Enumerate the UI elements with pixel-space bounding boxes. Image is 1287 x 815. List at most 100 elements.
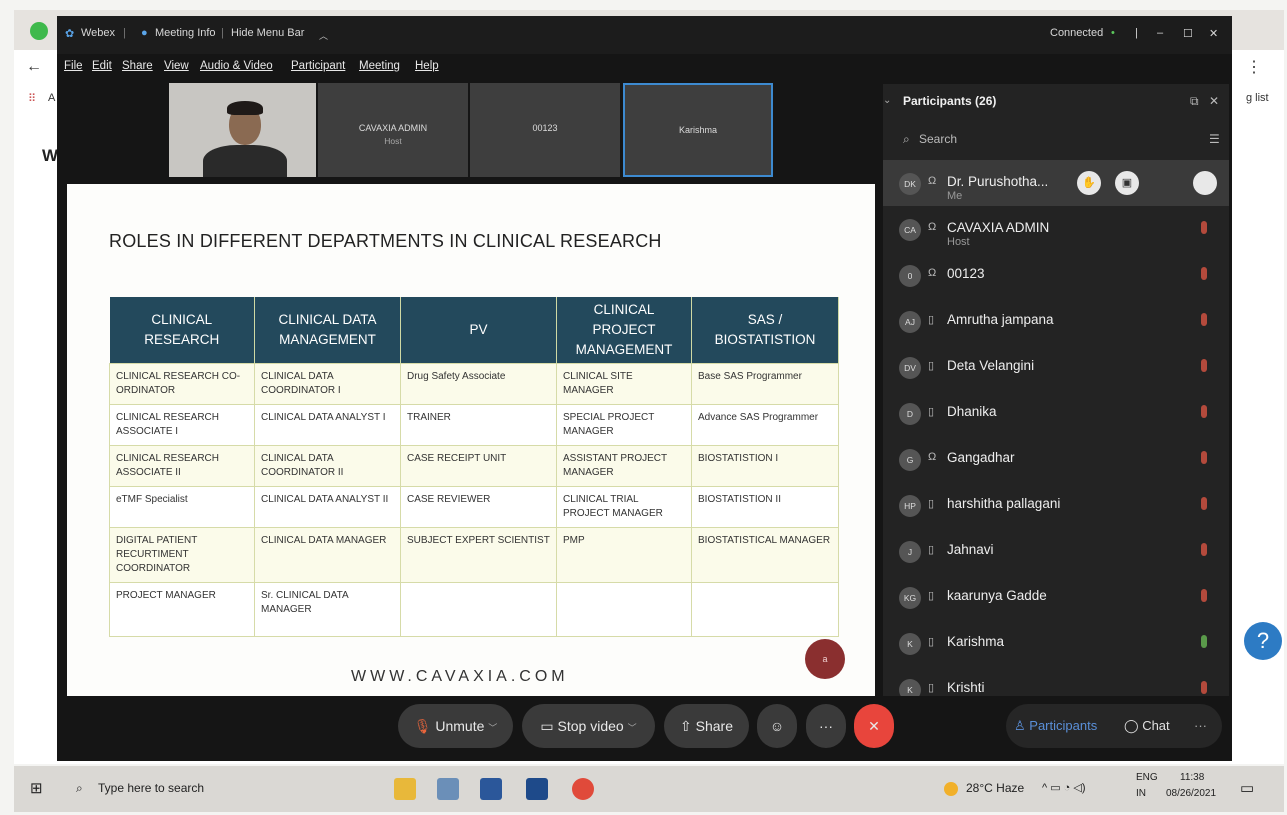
avatar: AJ — [899, 311, 921, 333]
sort-list-icon[interactable]: ☰ — [1209, 132, 1220, 146]
table-cell: eTMF Specialist — [109, 485, 255, 528]
apps-grid-icon[interactable]: ⠿ — [28, 92, 36, 105]
menu-audio-video[interactable]: Audio & Video — [200, 60, 273, 72]
windows-start-icon[interactable]: ⊞ — [30, 779, 43, 797]
language-indicator[interactable]: ENG — [1136, 772, 1158, 783]
chrome-icon[interactable] — [572, 778, 594, 800]
menu-participant[interactable]: Participant — [291, 60, 345, 72]
participant-search-input[interactable]: Search — [919, 132, 957, 146]
close-panel-icon[interactable]: ✕ — [1209, 94, 1219, 108]
unmute-button[interactable]: 🎙 Unmute ﹀ — [398, 704, 513, 748]
share-label: Share — [695, 718, 733, 734]
chevron-down-icon[interactable]: ﹀ — [628, 723, 637, 733]
participant-row[interactable]: DV ▯ Deta Velangini — [883, 344, 1229, 390]
clock-date: 08/26/2021 — [1166, 788, 1217, 799]
table-row: eTMF Specialist CLINICAL DATA ANALYST II… — [109, 485, 839, 528]
participants-toggle-button[interactable]: ♙ Participants — [1014, 704, 1097, 748]
stop-video-label: Stop video — [557, 718, 624, 734]
table-cell: CASE RECEIPT UNIT — [400, 444, 557, 487]
video-tile-karishma[interactable]: Karishma — [623, 83, 773, 177]
share-button[interactable]: ⇧ Share — [664, 704, 749, 748]
phone-icon: ▯ — [928, 590, 935, 602]
help-question-icon[interactable]: ? — [1244, 622, 1282, 660]
leave-meeting-button[interactable]: ✕ — [854, 704, 894, 748]
mute-mic-icon[interactable] — [1193, 171, 1217, 195]
menu-meeting[interactable]: Meeting — [359, 60, 400, 72]
share-icon: ⇧ — [680, 718, 692, 734]
menu-file[interactable]: File — [64, 60, 83, 72]
connection-status: Connected — [1050, 27, 1104, 39]
table-cell: CASE REVIEWER — [400, 485, 557, 528]
chevron-down-icon[interactable]: ﹀ — [488, 723, 497, 733]
phone-icon: ▯ — [928, 406, 935, 418]
table-cell: BIOSTATISTION II — [691, 485, 839, 528]
participant-row[interactable]: K ▯ Karishma — [883, 620, 1229, 666]
more-panels-icon[interactable]: ··· — [1194, 704, 1207, 748]
video-tile-cavaxia-admin[interactable]: CAVAXIA ADMIN Host — [318, 83, 468, 177]
page-partial-heading: W — [42, 146, 59, 165]
avatar: D — [899, 403, 921, 425]
mic-muted-icon — [1201, 451, 1207, 464]
whatsapp-tab-icon[interactable] — [30, 22, 48, 40]
participant-row[interactable]: CA Ω CAVAXIA ADMIN Host — [883, 206, 1229, 252]
avatar: G — [899, 449, 921, 471]
participant-row[interactable]: DK Ω Dr. Purushotha... Me ✋ ▣ — [883, 160, 1229, 206]
participants-toggle-label: Participants — [1029, 718, 1098, 733]
collapse-chevron-icon[interactable]: ⌄ — [883, 95, 891, 106]
table-cell: Sr. CLINICAL DATA MANAGER — [254, 581, 401, 637]
avatar: K — [899, 633, 921, 655]
reading-list-label[interactable]: g list — [1246, 92, 1269, 104]
back-arrow-icon[interactable]: ← — [26, 58, 42, 76]
hide-menu-bar-button[interactable]: Hide Menu Bar — [231, 27, 304, 39]
video-tile-00123[interactable]: 00123 — [470, 83, 620, 177]
reactions-button[interactable]: ☺ — [757, 704, 797, 748]
menu-view[interactable]: View — [164, 60, 189, 72]
clock-time[interactable]: 11:38 — [1180, 772, 1204, 783]
participant-row[interactable]: 0 Ω 00123 — [883, 252, 1229, 298]
menu-edit[interactable]: Edit — [92, 60, 112, 72]
webex-taskbar-icon[interactable] — [526, 778, 548, 800]
chat-toggle-label: Chat — [1142, 718, 1170, 733]
weather-text[interactable]: 28°C Haze — [966, 781, 1024, 795]
participant-row[interactable]: G Ω Gangadhar — [883, 436, 1229, 482]
taskbar-search-input[interactable]: Type here to search — [98, 781, 204, 795]
participant-row[interactable]: J ▯ Jahnavi — [883, 528, 1229, 574]
search-icon: ⌕ — [903, 132, 910, 146]
participant-row[interactable]: HP ▯ harshitha pallagani — [883, 482, 1229, 528]
caption-icon[interactable]: ▣ — [1115, 171, 1139, 195]
tray-icons[interactable]: ^ ▭ ◔ ◁) — [1042, 781, 1086, 794]
meeting-info-button[interactable]: Meeting Info — [155, 27, 216, 39]
stop-video-button[interactable]: ▭ Stop video ﹀ — [522, 704, 655, 748]
raise-hand-icon[interactable]: ✋ — [1077, 171, 1101, 195]
search-icon[interactable]: ⌕ — [76, 781, 83, 796]
participant-row[interactable]: D ▯ Dhanika — [883, 390, 1229, 436]
menu-share[interactable]: Share — [122, 60, 153, 72]
chevron-up-icon[interactable]: ︿ — [319, 29, 328, 42]
word-icon[interactable] — [480, 778, 502, 800]
participant-row[interactable]: KG ▯ kaarunya Gadde — [883, 574, 1229, 620]
popout-icon[interactable]: ⧉ — [1190, 94, 1199, 109]
table-cell: PMP — [556, 526, 692, 583]
mic-muted-icon — [1201, 313, 1207, 326]
close-icon[interactable]: ✕ — [1209, 27, 1218, 40]
menu-help[interactable]: Help — [415, 60, 439, 72]
table-header-cell: CLINICAL RESEARCH — [109, 297, 255, 363]
participant-name: harshitha pallagani — [947, 496, 1061, 511]
notifications-icon[interactable]: ▭ — [1240, 779, 1254, 797]
more-options-button[interactable]: ··· — [806, 704, 846, 748]
minimize-icon[interactable]: – — [1157, 27, 1163, 39]
maximize-icon[interactable]: ☐ — [1183, 27, 1193, 40]
video-tile-self[interactable] — [169, 83, 316, 177]
apps-label[interactable]: A — [48, 92, 55, 104]
file-explorer-icon[interactable] — [394, 778, 416, 800]
app-icon[interactable] — [437, 778, 459, 800]
browser-menu-icon[interactable]: ⋮ — [1246, 57, 1262, 77]
shared-slide: ROLES IN DIFFERENT DEPARTMENTS IN CLINIC… — [67, 184, 875, 696]
table-row: DIGITAL PATIENT RECURTIMENT COORDINATOR … — [109, 526, 839, 583]
participant-row[interactable]: AJ ▯ Amrutha jampana — [883, 298, 1229, 344]
chat-toggle-button[interactable]: ◯ Chat — [1124, 704, 1170, 748]
table-cell: CLINICAL RESEARCH ASSOCIATE I — [109, 403, 255, 446]
slide-badge: a — [805, 639, 845, 679]
participant-role: Me — [947, 190, 963, 202]
participant-row[interactable]: K ▯ Krishti — [883, 666, 1229, 696]
